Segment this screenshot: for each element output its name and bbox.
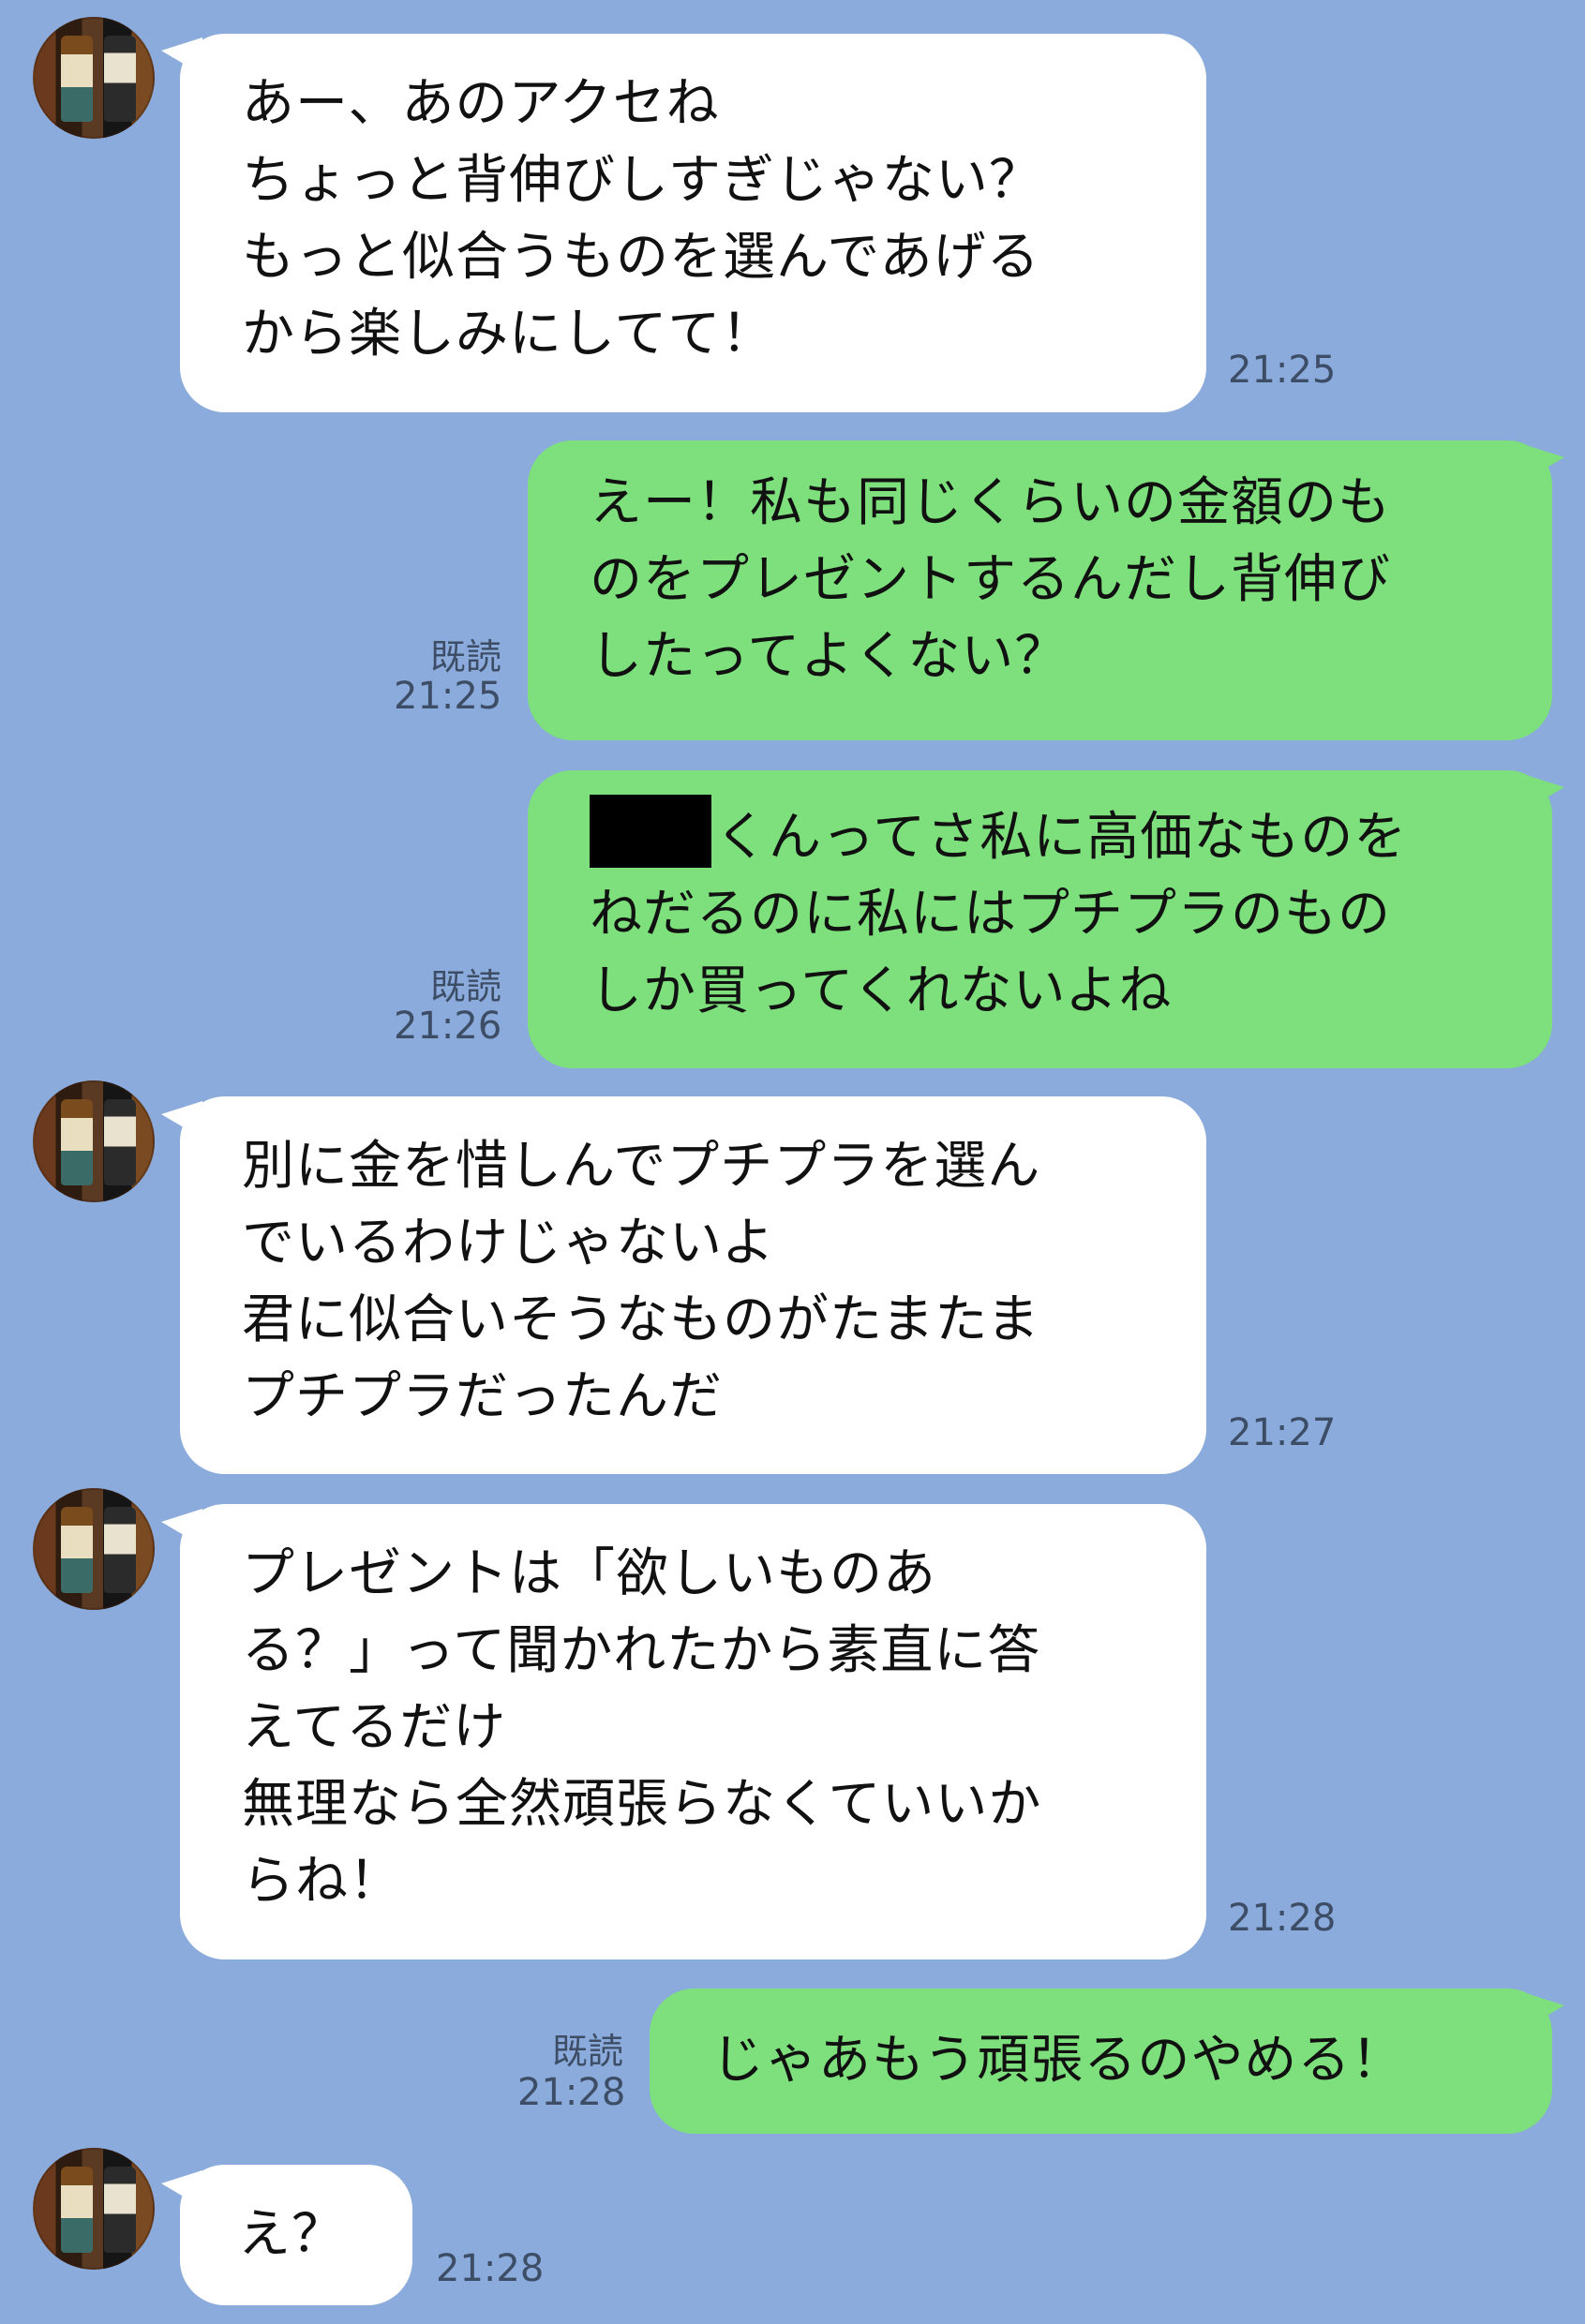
message-bubble-incoming[interactable]: プレゼントは「欲しいものあ る？」って聞かれたから素直に答 えてるだけ 無理なら… <box>180 1504 1206 1959</box>
read-receipt: 既読 <box>429 966 501 1007</box>
chat-thread[interactable]: あー、あのアクセね ちょっと背伸びしすぎじゃない？ もっと似合うものを選んであげ… <box>0 0 1585 2324</box>
redacted-name <box>590 795 711 868</box>
message-time: 21:28 <box>517 2071 626 2114</box>
bottle-icon <box>61 1099 93 1185</box>
message-bubble-outgoing[interactable]: えー！私も同じくらいの金額のも のをプレゼントするんだし背伸び したってよくない… <box>528 440 1552 740</box>
bottle-icon <box>61 2167 93 2253</box>
bottle-icon <box>104 36 136 122</box>
message-time: 21:27 <box>1228 1411 1337 1454</box>
bottle-icon <box>61 36 93 122</box>
message-bubble-outgoing[interactable]: じゃあもう頑張るのやめる！ <box>650 1989 1552 2134</box>
message-time: 21:25 <box>1228 349 1337 392</box>
read-receipt: 既読 <box>429 636 501 678</box>
message-bubble-incoming[interactable]: 別に金を惜しんでプチプラを選ん でいるわけじゃないよ 君に似合いそうなものがたま… <box>180 1096 1206 1474</box>
message-text: くんってさ私に高価なものを ねだるのに私にはプチプラのもの しか買ってくれないよ… <box>590 807 1408 1021</box>
contact-avatar[interactable] <box>33 1488 155 1610</box>
contact-avatar[interactable] <box>33 17 155 139</box>
bottle-icon <box>104 2167 136 2253</box>
message-bubble-incoming[interactable]: あー、あのアクセね ちょっと背伸びしすぎじゃない？ もっと似合うものを選んであげ… <box>180 34 1206 412</box>
message-bubble-outgoing[interactable]: くんってさ私に高価なものを ねだるのに私にはプチプラのもの しか買ってくれないよ… <box>528 770 1552 1068</box>
contact-avatar[interactable] <box>33 1080 155 1202</box>
bottle-icon <box>104 1507 136 1593</box>
message-time: 21:28 <box>436 2247 545 2290</box>
message-time: 21:26 <box>394 1005 502 1048</box>
message-bubble-incoming[interactable]: え？ <box>180 2165 412 2305</box>
bottle-icon <box>61 1507 93 1593</box>
message-time: 21:25 <box>394 675 502 718</box>
message-time: 21:28 <box>1228 1897 1337 1940</box>
bottle-icon <box>104 1099 136 1185</box>
contact-avatar[interactable] <box>33 2148 155 2270</box>
read-receipt: 既読 <box>551 2031 623 2072</box>
